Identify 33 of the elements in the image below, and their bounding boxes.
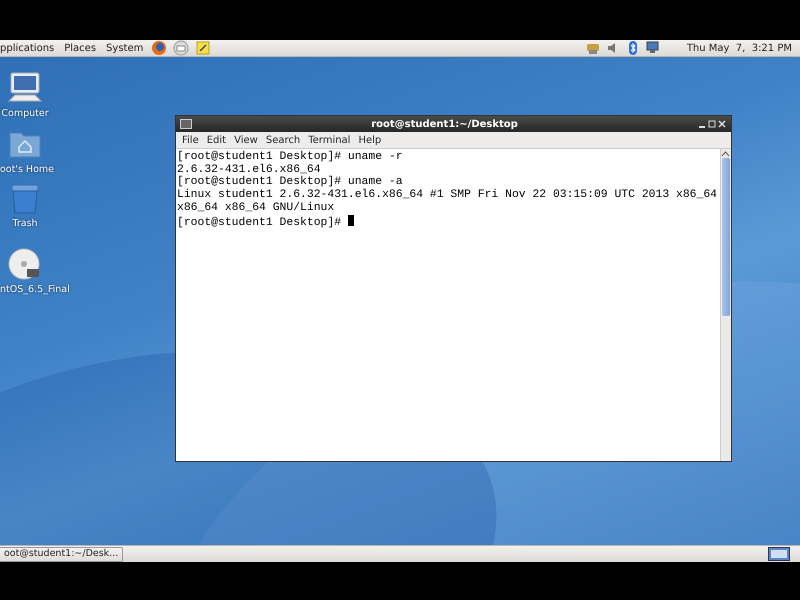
cursor-icon xyxy=(348,214,354,226)
panel-menu[interactable]: System xyxy=(101,40,148,56)
menu-item[interactable]: Terminal xyxy=(304,132,354,148)
terminal-line: 2.6.32-431.el6.x86_64 xyxy=(177,164,321,176)
panel-clock[interactable]: Thu May 7, 3:21 PM xyxy=(686,40,792,56)
menu-item[interactable]: File xyxy=(178,132,203,148)
terminal-line: [root@student1 Desktop]# uname -r xyxy=(177,151,403,164)
menu-item[interactable]: Search xyxy=(262,132,304,148)
maximize-icon[interactable] xyxy=(707,119,718,129)
scroll-thumb[interactable] xyxy=(722,158,730,316)
icon-label[interactable]: Computer xyxy=(0,107,50,122)
window-title: root@student1:~/Desktop xyxy=(371,118,518,132)
scrollbar[interactable] xyxy=(720,149,731,461)
globe-icon[interactable] xyxy=(151,40,168,56)
taskbar-item[interactable]: oot@student1:~/Desk... xyxy=(0,546,124,562)
terminal-line: Linux student1 2.6.32-431.el6.x86_64 #1 SMP Fri Nov 22 03:15:09 UTC 2013 x86_64 xyxy=(177,189,718,202)
terminal-line: [root@student1 Desktop]# uname -a xyxy=(177,176,403,188)
icon-label[interactable]: oot's Home xyxy=(0,163,54,178)
icon-label[interactable]: Trash xyxy=(0,217,50,232)
scroll-up-icon[interactable] xyxy=(721,149,730,158)
notepad-icon[interactable] xyxy=(195,40,212,56)
monitor-icon[interactable] xyxy=(644,40,661,56)
menu-item[interactable]: View xyxy=(230,132,262,148)
terminal-line: x86_64 x86_64 GNU/Linux xyxy=(177,202,334,215)
panel-menu[interactable]: Places xyxy=(59,40,102,56)
icon-label[interactable]: ntOS_6.5_Final xyxy=(0,283,70,298)
terminal-line: [root@student1 Desktop]# xyxy=(177,214,354,230)
workspace-icon[interactable] xyxy=(768,547,790,561)
terminal-icon xyxy=(180,119,192,129)
close-icon[interactable] xyxy=(717,119,728,129)
menu-item[interactable]: Edit xyxy=(202,132,230,148)
panel-menu[interactable]: pplications xyxy=(0,40,60,56)
menu-item[interactable]: Help xyxy=(354,132,386,148)
